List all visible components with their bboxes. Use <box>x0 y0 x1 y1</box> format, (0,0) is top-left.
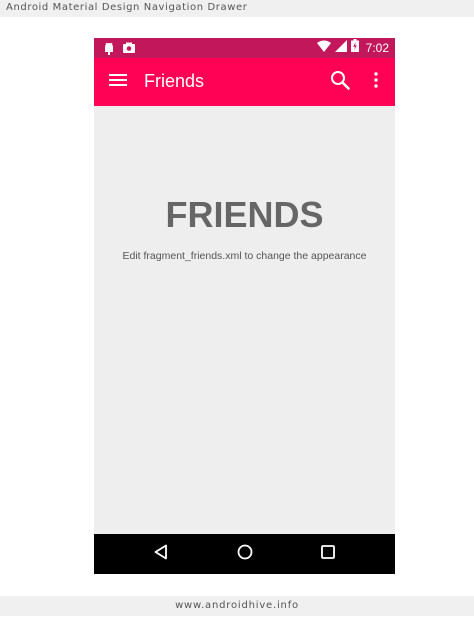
cell-signal-icon <box>334 39 347 57</box>
back-icon <box>154 544 168 565</box>
status-bar: 7:02 <box>94 38 395 58</box>
app-bar-title: Friends <box>144 71 205 91</box>
status-time: 7:02 <box>365 41 389 55</box>
battery-charging-icon <box>350 39 359 57</box>
recents-icon <box>321 544 335 564</box>
status-right: 7:02 <box>316 38 389 58</box>
fragment-heading: FRIENDS <box>165 194 324 235</box>
back-button[interactable] <box>149 542 173 566</box>
home-icon <box>237 544 253 565</box>
fragment-content: FRIENDS Edit fragment_friends.xml to cha… <box>94 106 395 534</box>
more-vert-icon <box>374 71 378 93</box>
recents-button[interactable] <box>316 542 340 566</box>
page: Android Material Design Navigation Drawe… <box>0 0 474 618</box>
top-caption-bar: Android Material Design Navigation Drawe… <box>0 0 474 17</box>
app-bar: Friends <box>94 58 395 106</box>
wifi-icon <box>316 39 331 57</box>
system-nav-bar <box>94 534 395 574</box>
home-button[interactable] <box>233 542 257 566</box>
android-debug-icon <box>102 41 116 55</box>
hamburger-menu-icon <box>109 73 127 92</box>
phone-screen: 7:02 Friends FRIENDS Edit fragment_frien… <box>94 38 395 574</box>
top-caption: Android Material Design Navigation Drawe… <box>6 2 248 13</box>
hamburger-menu-button[interactable] <box>106 70 130 94</box>
fragment-subtext: Edit fragment_friends.xml to change the … <box>122 250 367 262</box>
search-button[interactable] <box>328 70 352 94</box>
overflow-menu-button[interactable] <box>366 70 386 94</box>
search-icon <box>330 70 350 95</box>
bottom-caption-bar: www.androidhive.info <box>0 596 474 616</box>
photo-notification-icon <box>122 41 136 55</box>
bottom-caption: www.androidhive.info <box>175 600 299 611</box>
